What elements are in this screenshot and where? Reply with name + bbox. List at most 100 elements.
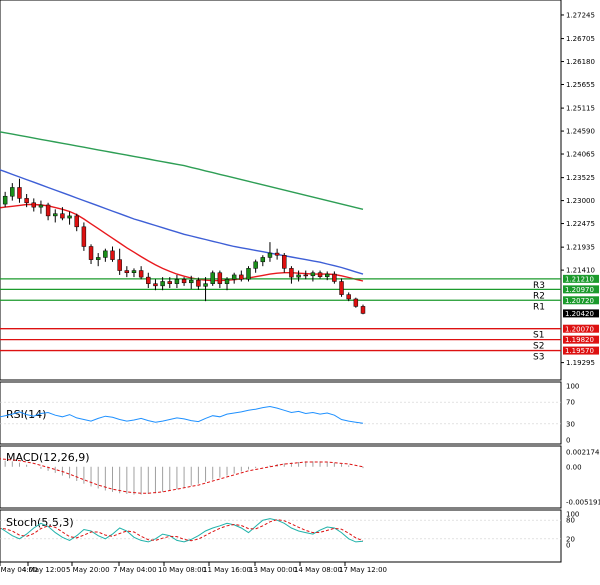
rsi-tick-label: 100	[566, 383, 579, 391]
candle-body	[353, 298, 359, 307]
price-tick-label: 1.24065	[566, 151, 595, 159]
candle-body	[239, 274, 244, 280]
rsi-tick-label: 30	[566, 420, 575, 428]
candle-body	[231, 274, 237, 280]
price-tick-label: 1.25115	[566, 105, 595, 113]
candle-body	[267, 252, 273, 258]
time-tick-label: 11 May 16:00	[203, 566, 251, 574]
rsi-indicator: 100 70 30 0	[0, 383, 579, 445]
candle-body	[146, 276, 151, 284]
candle-body	[74, 215, 79, 228]
price-tick-label: 1.22475	[566, 220, 595, 228]
pivot-price-value: 1.20720	[565, 297, 594, 305]
macd-tick-label: 0.00	[566, 463, 582, 471]
price-tick-label: 1.26180	[566, 58, 595, 66]
price-tick-label: 1.25655	[566, 81, 595, 89]
candle-body	[138, 270, 144, 278]
candle-body	[117, 259, 122, 271]
candle-body	[131, 270, 137, 273]
candle-body	[217, 272, 223, 284]
stoch-panel-frame	[0, 509, 562, 563]
candle-body	[196, 279, 201, 287]
candlesticks	[0, 178, 366, 315]
candle-body	[160, 281, 165, 287]
candle-body	[45, 204, 51, 217]
stoch-tick-label: 80	[566, 517, 575, 525]
macd-indicator: 0.002174 0.00 -0.005191	[0, 449, 600, 507]
price-tick-label: 1.24590	[566, 128, 595, 136]
candle-body	[260, 257, 266, 263]
pivot-label-r1: R1	[533, 302, 545, 312]
candle-body	[246, 268, 251, 280]
candle-body	[324, 273, 330, 277]
candle-body	[189, 279, 194, 284]
candle-body	[224, 279, 230, 284]
candle-body	[67, 215, 72, 219]
macd-tick-label: 0.002174	[566, 449, 600, 457]
candle-body	[60, 213, 65, 219]
candle-body	[310, 272, 316, 277]
candle-body	[167, 281, 172, 284]
candle-body	[274, 252, 280, 256]
candle-body	[153, 283, 158, 287]
price-tick-label: 1.27245	[566, 11, 595, 19]
stoch-title: Stoch(5,5,3)	[6, 516, 74, 529]
trading-terminal: 1.27245 1.26705 1.26180 1.25655 1.25115 1.245…	[0, 0, 600, 581]
moving-average-line	[0, 131, 364, 210]
price-panel-frame	[0, 0, 562, 381]
rsi-tick-label: 0	[566, 437, 570, 445]
rsi-panel-frame	[0, 381, 562, 445]
price-tick-label: 1.23525	[566, 174, 595, 182]
time-axis: 4 May 04:004 May 12:005 May 20:007 May 0…	[0, 562, 387, 574]
candle-body	[110, 250, 115, 260]
candle-body	[103, 250, 108, 258]
time-tick-label: 10 May 08:00	[158, 566, 206, 574]
pivot-price-value: 1.20070	[565, 325, 594, 333]
candle-body	[17, 187, 22, 199]
pivot-levels: R3R2R1S1S2S3	[0, 278, 561, 363]
candle-body	[296, 274, 301, 278]
candle-body	[88, 246, 94, 260]
candle-body	[253, 261, 258, 269]
candle-body	[210, 272, 215, 284]
candle-body	[339, 281, 344, 295]
macd-tick-label: -0.005191	[566, 499, 600, 507]
price-tick-label: 1.26705	[566, 35, 595, 43]
candle-body	[346, 294, 351, 300]
time-tick-label: 17 May 12:00	[339, 566, 387, 574]
time-tick-label: 13 May 00:00	[249, 566, 297, 574]
candle-body	[10, 187, 15, 197]
candle-body	[95, 257, 101, 260]
candle-body	[2, 195, 8, 205]
moving-averages	[0, 131, 364, 282]
time-tick-label: 14 May 08:00	[294, 566, 342, 574]
candle-body	[289, 268, 294, 278]
candle-body	[360, 306, 366, 314]
price-tick-label: 1.21410	[566, 267, 595, 275]
rsi-tick-label: 70	[566, 399, 575, 407]
candle-body	[303, 274, 308, 277]
candle-body	[31, 202, 37, 208]
pivot-price-value: 1.19570	[565, 347, 594, 355]
rsi-line	[0, 405, 364, 424]
stoch-tick-label: 0	[566, 542, 570, 550]
candle-body	[174, 279, 180, 284]
time-tick-label: 5 May 20:00	[66, 566, 110, 574]
pivot-price-value: 1.19820	[565, 336, 594, 344]
moving-average-line	[0, 169, 364, 275]
price-tick-label: 1.19295	[566, 359, 595, 367]
candle-body	[53, 213, 58, 217]
candle-body	[38, 204, 44, 208]
candle-body	[181, 279, 187, 284]
stochastic-indicator: 10080200	[0, 511, 579, 550]
candle-body	[317, 272, 323, 277]
price-tick-label: 1.23000	[566, 197, 595, 205]
candle-body	[332, 273, 337, 282]
candle-body	[81, 226, 87, 247]
macd-title: MACD(12,26,9)	[6, 451, 90, 464]
price-tick-label: 1.21935	[566, 244, 595, 252]
time-tick-label: 7 May 04:00	[113, 566, 157, 574]
candle-body	[124, 270, 130, 273]
volume-mini-frame	[0, 543, 561, 562]
candle-body	[282, 254, 287, 269]
